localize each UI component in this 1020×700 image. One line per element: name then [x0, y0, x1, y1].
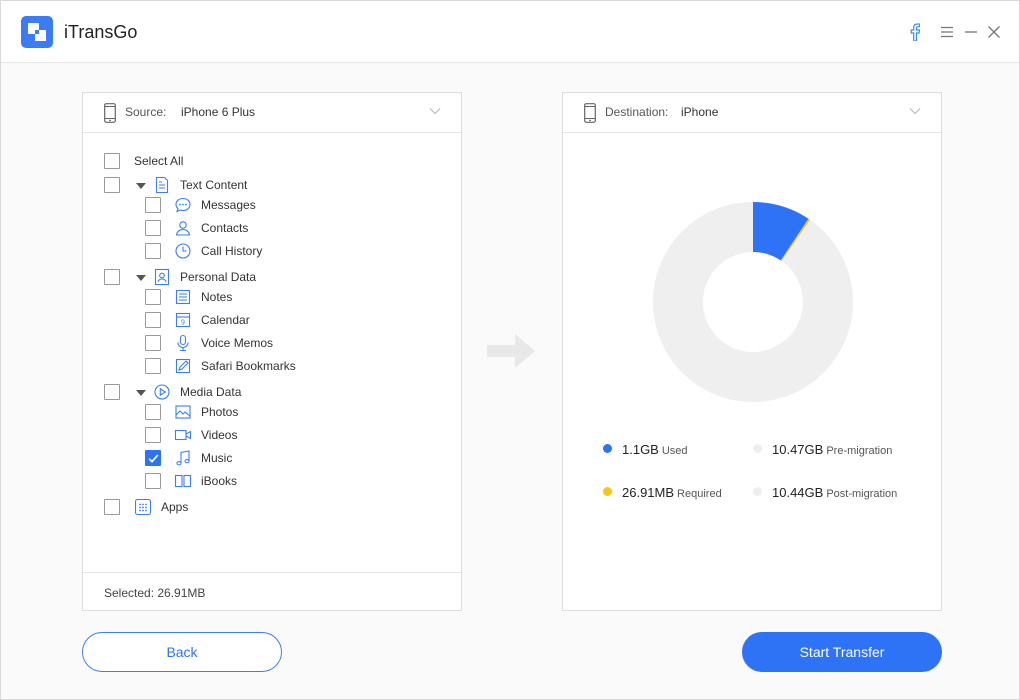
- legend-pre-migration: 10.47GB Pre-migration: [753, 442, 892, 457]
- destination-device-name: iPhone: [681, 105, 719, 119]
- videos-checkbox[interactable]: [145, 427, 161, 443]
- main-content: Source: iPhone 6 Plus Select All Text Co…: [1, 63, 1019, 699]
- music-label: Music: [201, 451, 233, 465]
- select-all-label: Select All: [134, 154, 184, 168]
- source-footer: Selected: 26.91MB: [83, 572, 461, 610]
- media-data-label: Media Data: [180, 385, 242, 399]
- minimize-icon[interactable]: [963, 21, 979, 43]
- notes-label: Notes: [201, 290, 233, 304]
- ibooks-checkbox[interactable]: [145, 473, 161, 489]
- book-icon: [174, 474, 192, 488]
- back-button[interactable]: Back: [82, 632, 282, 672]
- pre-migration-dot: [753, 444, 762, 453]
- used-caption: Used: [661, 445, 688, 457]
- personal-data-icon: [154, 268, 170, 286]
- collapse-triangle-icon[interactable]: [136, 183, 146, 189]
- clock-icon: [175, 243, 191, 259]
- messages-checkbox[interactable]: [145, 197, 161, 213]
- required-dot: [603, 487, 612, 496]
- app-title: iTransGo: [64, 22, 138, 42]
- required-caption: Required: [677, 488, 722, 500]
- personal-data-checkbox[interactable]: [104, 269, 120, 285]
- used-dot: [603, 444, 612, 453]
- donut-free-segment: [653, 202, 853, 402]
- select-all-checkbox[interactable]: [104, 153, 120, 169]
- photos-label: Photos: [201, 405, 239, 419]
- personal-data-label: Personal Data: [180, 270, 257, 284]
- app-logo-icon: [21, 16, 53, 48]
- storage-donut-chart: [653, 202, 853, 402]
- text-content-label: Text Content: [180, 178, 248, 192]
- call-history-checkbox[interactable]: [145, 243, 161, 259]
- contacts-icon: [175, 221, 191, 236]
- chevron-down-icon[interactable]: [429, 107, 441, 115]
- video-camera-icon: [174, 429, 192, 441]
- contacts-checkbox[interactable]: [145, 220, 161, 236]
- safari-bookmarks-label: Safari Bookmarks: [201, 359, 296, 373]
- legend-used: 1.1GB Used: [603, 442, 688, 457]
- ibooks-label: iBooks: [201, 474, 238, 488]
- call-history-label: Call History: [201, 244, 263, 258]
- title-bar: iTransGo: [1, 1, 1019, 63]
- start-transfer-button[interactable]: Start Transfer: [742, 632, 942, 672]
- source-device-name: iPhone 6 Plus: [181, 105, 256, 119]
- pre-migration-value: 10.47GB: [772, 442, 824, 457]
- music-checkbox[interactable]: [145, 450, 161, 466]
- pre-migration-caption: Pre-migration: [826, 445, 893, 457]
- checkmark-icon: [148, 454, 159, 463]
- post-migration-value: 10.44GB: [772, 485, 824, 500]
- collapse-triangle-icon[interactable]: [136, 390, 146, 396]
- phone-icon: [104, 103, 116, 123]
- photos-checkbox[interactable]: [145, 404, 161, 420]
- videos-label: Videos: [201, 428, 238, 442]
- photos-icon: [175, 405, 191, 419]
- voice-memos-label: Voice Memos: [201, 336, 274, 350]
- media-data-checkbox[interactable]: [104, 384, 120, 400]
- close-icon[interactable]: [986, 21, 1002, 43]
- voice-memos-checkbox[interactable]: [145, 335, 161, 351]
- post-migration-caption: Post-migration: [826, 488, 898, 500]
- contacts-label: Contacts: [201, 221, 249, 235]
- post-migration-dot: [753, 487, 762, 496]
- messages-label: Messages: [201, 198, 256, 212]
- microphone-icon: [177, 334, 189, 352]
- menu-icon[interactable]: [939, 21, 955, 43]
- chevron-down-icon[interactable]: [909, 107, 921, 115]
- apps-label: Apps: [161, 500, 189, 514]
- legend-required: 26.91MB Required: [603, 485, 722, 500]
- destination-selector[interactable]: Destination: iPhone: [563, 93, 941, 133]
- bookmark-icon: [175, 358, 191, 374]
- facebook-icon[interactable]: [907, 21, 923, 43]
- calendar-icon: 9: [175, 312, 191, 328]
- selected-size-text: Selected: 26.91MB: [104, 586, 206, 600]
- source-selector[interactable]: Source: iPhone 6 Plus: [83, 93, 461, 133]
- apps-grid-icon: [134, 498, 152, 516]
- music-note-icon: [176, 450, 190, 466]
- source-label: Source:: [125, 105, 167, 119]
- apps-checkbox[interactable]: [104, 499, 120, 515]
- calendar-checkbox[interactable]: [145, 312, 161, 328]
- collapse-triangle-icon[interactable]: [136, 275, 146, 281]
- notes-icon: [175, 289, 191, 305]
- legend-post-migration: 10.44GB Post-migration: [753, 485, 897, 500]
- used-value: 1.1GB: [622, 442, 659, 457]
- media-data-icon: [154, 384, 170, 400]
- text-content-icon: [155, 176, 169, 194]
- app-window: iTransGo Source: iPhone 6 Plus Select Al…: [0, 0, 1020, 700]
- calendar-label: Calendar: [201, 313, 250, 327]
- svg-text:9: 9: [181, 320, 185, 327]
- messages-icon: [175, 197, 191, 213]
- notes-checkbox[interactable]: [145, 289, 161, 305]
- phone-icon: [584, 103, 596, 123]
- required-value: 26.91MB: [622, 485, 675, 500]
- text-content-checkbox[interactable]: [104, 177, 120, 193]
- destination-label: Destination:: [605, 105, 669, 119]
- transfer-arrow-icon: [487, 334, 535, 368]
- destination-panel: Destination: iPhone 1.1GB Used 10.47GB P…: [562, 92, 942, 611]
- safari-bookmarks-checkbox[interactable]: [145, 358, 161, 374]
- source-panel: Source: iPhone 6 Plus Select All Text Co…: [82, 92, 462, 611]
